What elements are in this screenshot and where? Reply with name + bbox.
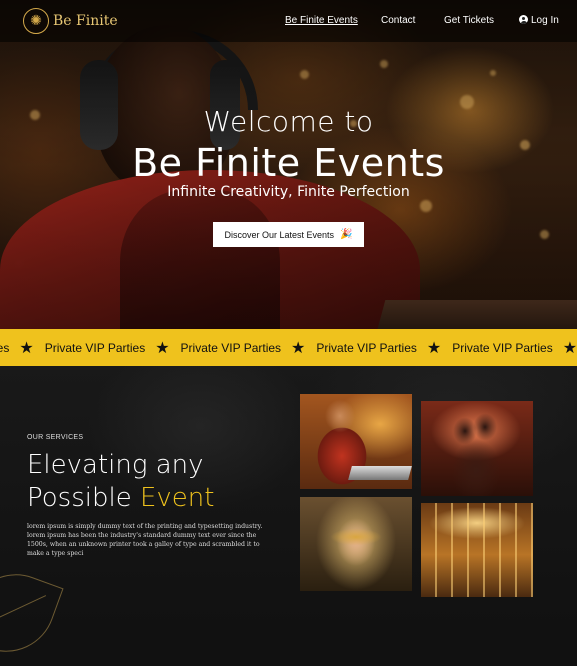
discover-events-button[interactable]: Discover Our Latest Events 🎉 [213,222,364,247]
section-label: OUR SERVICES [27,434,84,441]
star-icon: ★ [562,339,577,357]
logo-text: Be Finite [53,13,118,29]
hero-title: Be Finite Events [132,141,445,185]
services-description: lorem ipsum is simply dummy text of the … [27,523,263,557]
star-icon: ★ [19,339,34,357]
nav-link-login[interactable]: Log In [519,15,559,26]
nav-link-get-tickets[interactable]: Get Tickets [444,15,494,26]
ticker-item: Private VIP Parties [316,340,417,355]
venue-interior-photo [421,503,533,597]
cta-label: Discover Our Latest Events [224,229,335,240]
hero-tagline: Infinite Creativity, Finite Perfection [167,184,410,200]
logo[interactable]: ✺ Be Finite [23,8,118,34]
nav-link-contact[interactable]: Contact [381,15,415,26]
hero-welcome: Welcome to [203,105,374,138]
ticker-item: Parties [0,340,10,355]
ticker-item: Private VIP Parties [44,340,146,355]
marquee-ticker: Parties ★ Private VIP Parties ★ Private … [0,329,577,366]
title-prefix: Possible [27,483,140,513]
star-icon: ★ [291,339,306,357]
masquerade-photo [300,497,412,591]
user-circle-icon [519,15,528,24]
nav-link-events[interactable]: Be Finite Events [285,15,358,26]
star-icon: ★ [155,339,170,357]
services-title-line2: Possible Event [27,483,214,513]
top-navbar: ✺ Be Finite Be Finite Events Contact Get… [0,0,577,42]
ticker-item: Private VIP Parties [452,340,553,355]
couple-dancing-photo [421,401,533,496]
logo-mark-icon: ✺ [23,8,49,34]
title-accent: Event [139,483,215,513]
login-label: Log In [531,15,559,26]
dj-photo [300,394,412,489]
party-popper-icon: 🎉 [340,229,353,240]
star-icon: ★ [426,339,442,357]
ticker-item: Private VIP Parties [180,340,282,355]
services-title-line1: Elevating any [27,450,204,480]
